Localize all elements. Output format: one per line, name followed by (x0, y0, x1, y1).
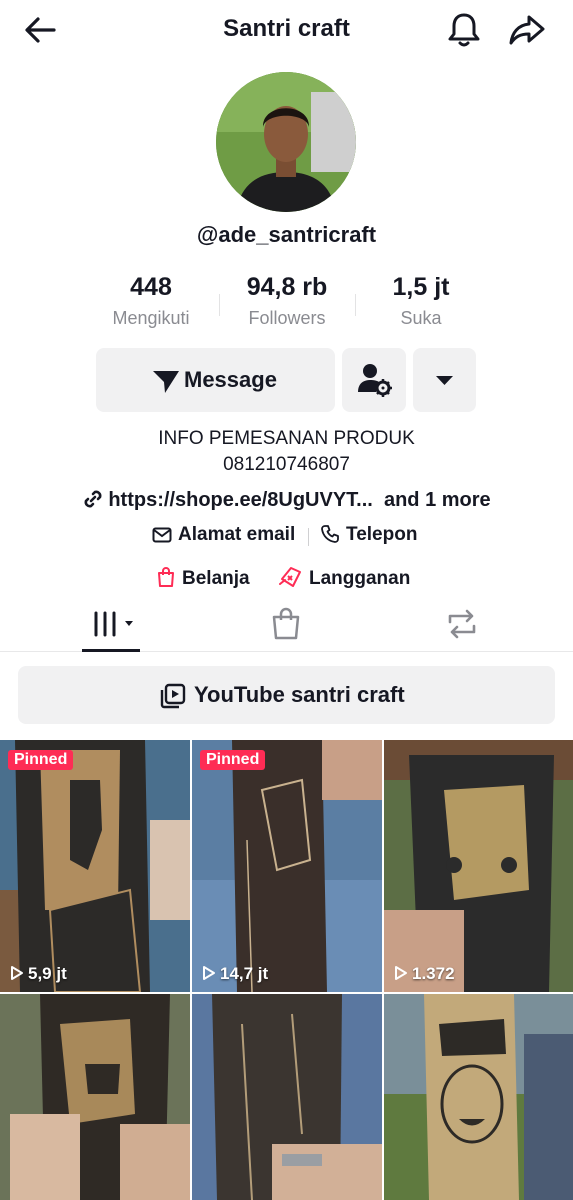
email-button[interactable]: Alamat email (152, 524, 295, 546)
youtube-link-label: YouTube santri craft (194, 682, 405, 707)
link-icon (84, 490, 102, 508)
play-icon (395, 966, 407, 980)
video-thumbnail[interactable] (0, 994, 190, 1200)
active-tab-indicator (82, 649, 140, 652)
profile-link[interactable]: https://shope.ee/8UgUVYT... and 1 more (0, 488, 573, 512)
play-icon (203, 966, 215, 980)
shop-label: Belanja (182, 568, 250, 589)
youtube-play-icon (160, 683, 186, 709)
send-icon (153, 371, 179, 393)
friend-settings-button[interactable] (342, 348, 406, 412)
videos-grid-tab-icon[interactable] (82, 606, 140, 642)
username: @ade_santricraft (196, 222, 377, 247)
stat-following-label: Mengikuti (112, 308, 190, 328)
mail-icon (152, 527, 172, 543)
share-arrow-icon[interactable] (508, 12, 546, 48)
avatar[interactable] (216, 72, 356, 212)
view-count-value: 5,9 jt (28, 964, 67, 983)
video-thumbnail[interactable]: Pinned 14,7 jt (192, 740, 382, 992)
content-tabs (0, 596, 573, 652)
video-thumbnail[interactable] (384, 994, 573, 1200)
top-bar: Santri craft (0, 0, 573, 60)
video-thumbnail[interactable]: Pinned 5,9 jt (0, 740, 190, 992)
video-grid: Pinned 5,9 jt Pinned 14,7 jt 1.372 (0, 740, 573, 1200)
shopping-bag-icon (158, 567, 174, 587)
page-title: Santri craft (223, 15, 350, 42)
view-count: 14,7 jt (202, 964, 268, 984)
stat-likes-label: Suka (400, 308, 442, 328)
stats-row: 448 Mengikuti 94,8 rb Followers 1,5 jt S… (0, 272, 573, 334)
pinned-badge: Pinned (200, 750, 266, 770)
subscribe-label: Langganan (309, 568, 411, 589)
user-gear-icon (358, 364, 392, 397)
subscribe-button[interactable]: Langganan (279, 566, 410, 590)
subscription-badge-icon (279, 567, 301, 587)
stat-followers-value: 94,8 rb (246, 273, 328, 301)
caret-down-icon (436, 376, 453, 385)
youtube-link-button[interactable]: YouTube santri craft (18, 666, 555, 724)
shop-button[interactable]: Belanja (156, 566, 250, 590)
view-count-value: 1.372 (412, 964, 455, 983)
play-icon (11, 966, 23, 980)
contact-divider (308, 528, 309, 546)
message-button[interactable]: Message (96, 348, 335, 412)
view-count: 1.372 (394, 964, 455, 984)
video-thumbnail[interactable]: 1.372 (384, 740, 573, 992)
bio-line: INFO PEMESANAN PRODUK (158, 428, 415, 449)
stat-following[interactable]: 448 Mengikuti (81, 272, 221, 329)
link-text[interactable]: https://shope.ee/8UgUVYT... (108, 489, 372, 511)
link-more[interactable]: and 1 more (384, 489, 491, 511)
bio-phone: 081210746807 (223, 454, 350, 475)
video-thumbnail[interactable] (192, 994, 382, 1200)
phone-label: Telepon (346, 524, 418, 545)
stat-followers-label: Followers (248, 308, 326, 328)
message-button-label: Message (184, 367, 277, 392)
stat-likes[interactable]: 1,5 jt Suka (351, 272, 491, 329)
bell-icon[interactable] (446, 11, 482, 49)
phone-icon (321, 525, 339, 543)
phone-button[interactable]: Telepon (320, 524, 417, 546)
stat-likes-value: 1,5 jt (392, 273, 450, 301)
email-label: Alamat email (178, 524, 296, 545)
bio: INFO PEMESANAN PRODUK 081210746807 (0, 426, 573, 478)
stat-following-value: 448 (130, 273, 172, 301)
repost-tab-icon[interactable] (444, 606, 480, 642)
shopping-bag-tab-icon[interactable] (270, 606, 302, 642)
stat-followers[interactable]: 94,8 rb Followers (217, 272, 357, 329)
view-count: 5,9 jt (10, 964, 67, 984)
view-count-value: 14,7 jt (220, 964, 269, 983)
more-options-button[interactable] (413, 348, 476, 412)
pinned-badge: Pinned (8, 750, 74, 770)
